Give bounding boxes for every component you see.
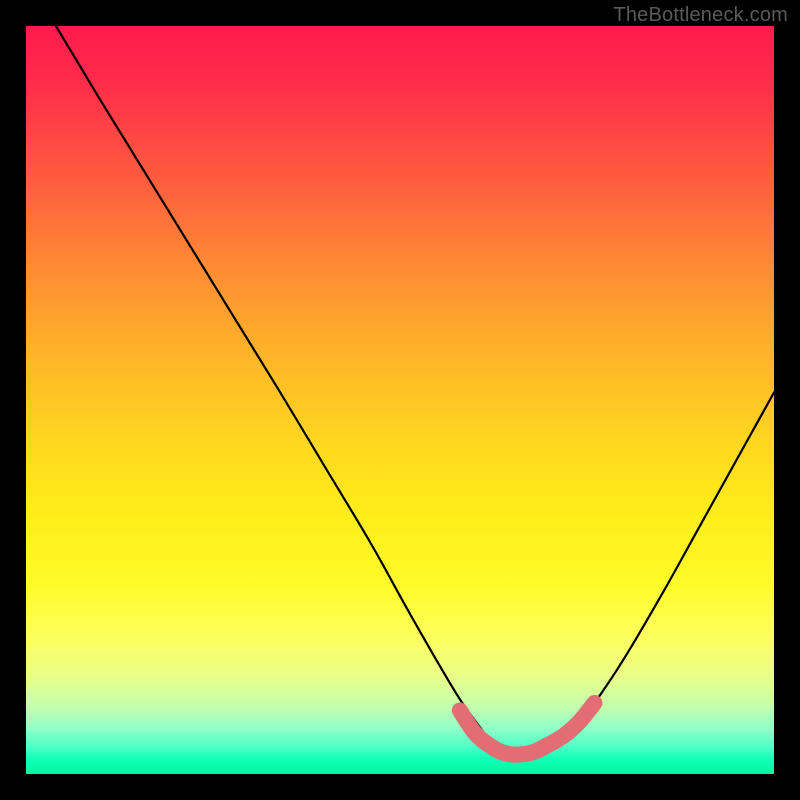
watermark-text: TheBottleneck.com (613, 4, 788, 27)
plot-area (26, 26, 774, 774)
curve-overlay (26, 26, 774, 774)
chart-container: TheBottleneck.com (0, 0, 800, 800)
black-curve-path (56, 26, 774, 757)
pink-basin-path (460, 703, 595, 755)
